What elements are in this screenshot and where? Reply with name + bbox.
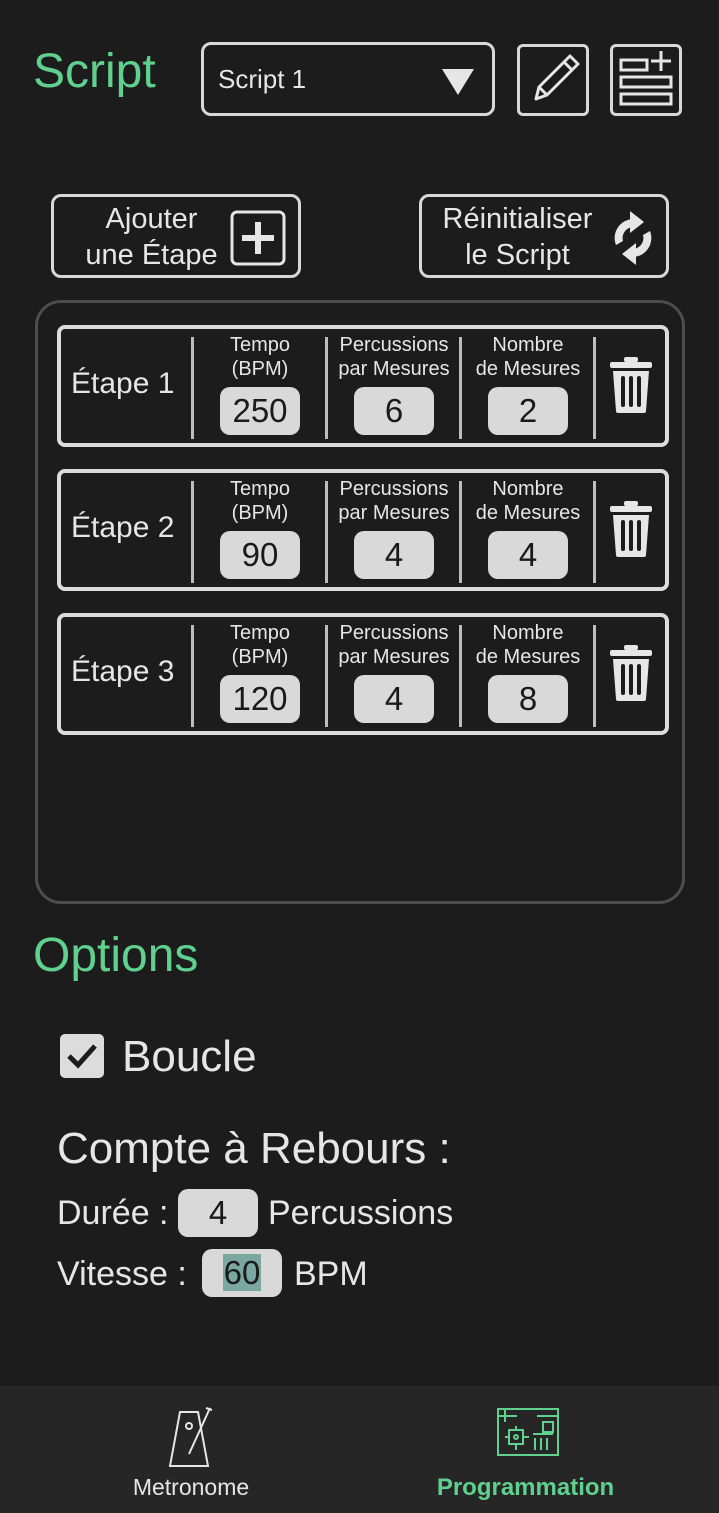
duration-field[interactable]: 4 <box>178 1189 258 1237</box>
speed-unit: BPM <box>294 1255 368 1293</box>
tempo-label-line1: Tempo <box>229 334 291 356</box>
divider <box>593 625 596 727</box>
step-row: Étape 1 Tempo (BPM) 250 Percussions par … <box>57 325 669 447</box>
reset-label-line2: le Script <box>465 239 570 271</box>
tempo-label-line2: (BPM) <box>231 358 289 380</box>
reset-label-line1: Réinitialiser <box>442 203 593 235</box>
measures-label-line2: de Mesures <box>475 502 581 524</box>
script-select-value: Script 1 <box>218 63 307 94</box>
duration-label: Durée : <box>57 1194 169 1232</box>
add-script-button[interactable] <box>610 44 682 116</box>
beats-column: Percussions par Mesures 6 <box>329 333 459 435</box>
divider <box>191 625 194 727</box>
trash-icon[interactable] <box>609 357 653 413</box>
add-step-label-line1: Ajouter <box>105 203 198 235</box>
divider <box>459 481 462 583</box>
beats-label-line1: Percussions <box>339 334 449 356</box>
loop-label: Boucle <box>122 1032 257 1081</box>
measures-label-line1: Nombre <box>492 622 564 644</box>
beats-field[interactable]: 4 <box>354 675 434 723</box>
duration-unit: Percussions <box>268 1194 454 1232</box>
add-step-label-line2: une Étape <box>85 239 218 271</box>
divider <box>325 625 328 727</box>
speed-field-selected-text: 60 <box>222 1254 262 1291</box>
chevron-down-icon <box>442 69 474 95</box>
tempo-label-line2: (BPM) <box>231 646 289 668</box>
nav-metronome-label: Metronome <box>132 1474 250 1500</box>
tempo-label-line1: Tempo <box>229 622 291 644</box>
edit-script-button[interactable] <box>517 44 589 116</box>
step-row: Étape 3 Tempo (BPM) 120 Percussions par … <box>57 613 669 735</box>
divider <box>325 481 328 583</box>
circuit-board-icon <box>497 1408 559 1456</box>
nav-metronome[interactable]: Metronome <box>10 1386 369 1513</box>
options-title: Options <box>33 929 199 982</box>
measures-label-line2: de Mesures <box>475 358 581 380</box>
pencil-icon <box>534 54 580 101</box>
divider <box>191 481 194 583</box>
measures-column: Nombre de Mesures 2 <box>463 333 593 435</box>
refresh-icon <box>614 211 652 265</box>
beats-label-line1: Percussions <box>339 622 449 644</box>
tempo-field[interactable]: 120 <box>220 675 300 723</box>
loop-checkbox[interactable] <box>60 1034 104 1078</box>
speed-label: Vitesse : <box>57 1255 187 1293</box>
metronome-icon <box>168 1407 213 1467</box>
trash-icon[interactable] <box>609 645 653 701</box>
tempo-column: Tempo (BPM) 120 <box>195 621 325 723</box>
script-select[interactable]: Script 1 <box>201 42 495 116</box>
divider <box>593 481 596 583</box>
beats-label-line2: par Mesures <box>338 358 450 380</box>
step-row: Étape 2 Tempo (BPM) 90 Percussions par M… <box>57 469 669 591</box>
beats-label-line1: Percussions <box>339 478 449 500</box>
tempo-field[interactable]: 250 <box>220 387 300 435</box>
divider <box>593 337 596 439</box>
beats-column: Percussions par Mesures 4 <box>329 621 459 723</box>
measures-label-line1: Nombre <box>492 478 564 500</box>
measures-column: Nombre de Mesures 4 <box>463 477 593 579</box>
measures-label-line2: de Mesures <box>475 646 581 668</box>
measures-label-line1: Nombre <box>492 334 564 356</box>
measures-field[interactable]: 8 <box>488 675 568 723</box>
tempo-field[interactable]: 90 <box>220 531 300 579</box>
divider <box>191 337 194 439</box>
measures-field[interactable]: 4 <box>488 531 568 579</box>
beats-label-line2: par Mesures <box>338 502 450 524</box>
divider <box>325 337 328 439</box>
divider <box>459 337 462 439</box>
add-list-icon <box>619 51 673 106</box>
trash-icon[interactable] <box>609 501 653 557</box>
step-name: Étape 1 <box>71 367 175 400</box>
beats-field[interactable]: 6 <box>354 387 434 435</box>
countdown-title: Compte à Rebours : <box>57 1124 451 1173</box>
tempo-column: Tempo (BPM) 250 <box>195 333 325 435</box>
check-icon <box>67 1044 97 1069</box>
script-title: Script <box>33 45 156 98</box>
nav-programmation-label: Programmation <box>436 1474 615 1501</box>
reset-script-button[interactable]: Réinitialiser le Script <box>419 194 669 278</box>
measures-field[interactable]: 2 <box>488 387 568 435</box>
beats-label-line2: par Mesures <box>338 646 450 668</box>
tempo-label-line2: (BPM) <box>231 502 289 524</box>
step-name: Étape 3 <box>71 655 175 688</box>
plus-icon <box>230 210 286 266</box>
speed-field[interactable]: 60 <box>202 1249 282 1297</box>
tempo-column: Tempo (BPM) 90 <box>195 477 325 579</box>
bottom-nav: Metronome Programmation <box>0 1386 719 1513</box>
step-name: Étape 2 <box>71 511 175 544</box>
divider <box>459 625 462 727</box>
steps-panel: Étape 1 Tempo (BPM) 250 Percussions par … <box>35 300 685 904</box>
nav-programmation[interactable]: Programmation <box>346 1386 705 1513</box>
add-step-button[interactable]: Ajouter une Étape <box>51 194 301 278</box>
beats-column: Percussions par Mesures 4 <box>329 477 459 579</box>
tempo-label-line1: Tempo <box>229 478 291 500</box>
measures-column: Nombre de Mesures 8 <box>463 621 593 723</box>
beats-field[interactable]: 4 <box>354 531 434 579</box>
